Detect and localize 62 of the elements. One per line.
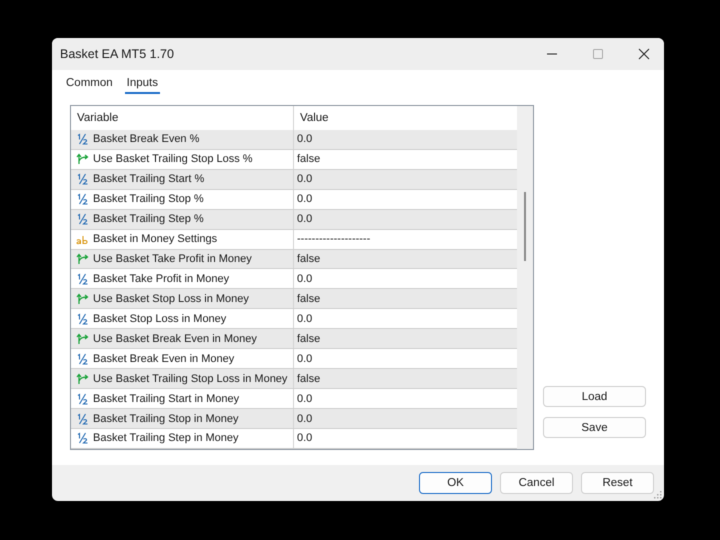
variable-name: Use Basket Trailing Stop Loss % [93,153,253,166]
branch-arrow-icon [76,332,89,345]
side-button[interactable]: Load [543,386,646,407]
variable-value: false [297,292,320,305]
text-type-icon [76,233,89,246]
variable-value: 0.0 [297,213,312,226]
dialog-button[interactable]: Reset [581,472,654,494]
variable-value: 0.0 [297,432,312,444]
side-button[interactable]: Save [543,417,646,438]
variable-value: 0.0 [297,173,312,186]
variable-name: Use Basket Take Profit in Money [93,253,252,266]
variable-name: Basket Trailing Start % [93,173,204,186]
variable-name: Use Basket Stop Loss in Money [93,292,249,305]
tab[interactable]: Inputs [124,76,160,94]
dialog-button[interactable]: Cancel [500,472,573,494]
variable-name: Basket Break Even % [93,133,200,146]
variable-name: Basket Trailing Stop % [93,193,204,206]
fraction-icon [76,193,89,206]
branch-arrow-icon [76,153,89,166]
variable-name: Basket in Money Settings [93,233,218,246]
variable-name: Basket Trailing Step in Money [93,432,239,444]
variable-value: 0.0 [297,312,312,325]
variable-name: Basket Take Profit in Money [93,272,230,285]
variable-value: 0.0 [297,193,312,206]
variable-name: Basket Trailing Stop in Money [93,412,239,425]
variable-value: false [297,253,320,266]
fraction-icon [76,312,89,325]
scrollbar[interactable] [517,106,533,449]
dialog-button[interactable]: OK [419,472,492,494]
variable-value: false [297,153,320,166]
branch-arrow-icon [76,372,89,385]
branch-arrow-icon [76,253,89,266]
variable-name: Basket Stop Loss in Money [93,312,226,325]
resize-grip-icon[interactable] [654,491,662,499]
fraction-icon [76,412,89,425]
fraction-icon [76,352,89,365]
fraction-icon [76,392,89,405]
maximize-icon[interactable] [592,48,604,60]
tab[interactable]: Common [64,76,115,94]
fraction-icon [76,173,89,186]
variable-value: 0.0 [297,392,312,405]
variable-value: 0.0 [297,412,312,425]
fraction-icon [76,133,89,146]
branch-arrow-icon [76,292,89,305]
variable-value: false [297,332,320,345]
fraction-icon [76,272,89,285]
variable-name: Use Basket Trailing Stop Loss in Money [93,372,288,385]
window-title: Basket EA MT5 1.70 [60,47,174,61]
fraction-icon [76,432,89,444]
close-icon[interactable] [638,48,650,60]
variable-value: 0.0 [297,272,312,285]
variable-value: -------------------- [297,233,370,246]
fraction-icon [76,213,89,226]
variable-name: Basket Break Even in Money [93,352,234,365]
variable-name: Basket Trailing Start in Money [93,392,240,405]
variable-value: 0.0 [297,133,312,146]
variable-value: 0.0 [297,352,312,365]
column-header[interactable]: Value [294,106,517,130]
variable-name: Basket Trailing Step % [93,213,204,226]
variable-name: Use Basket Break Even in Money [93,332,257,345]
variable-value: false [297,372,320,385]
scroll-thumb[interactable] [524,192,526,261]
